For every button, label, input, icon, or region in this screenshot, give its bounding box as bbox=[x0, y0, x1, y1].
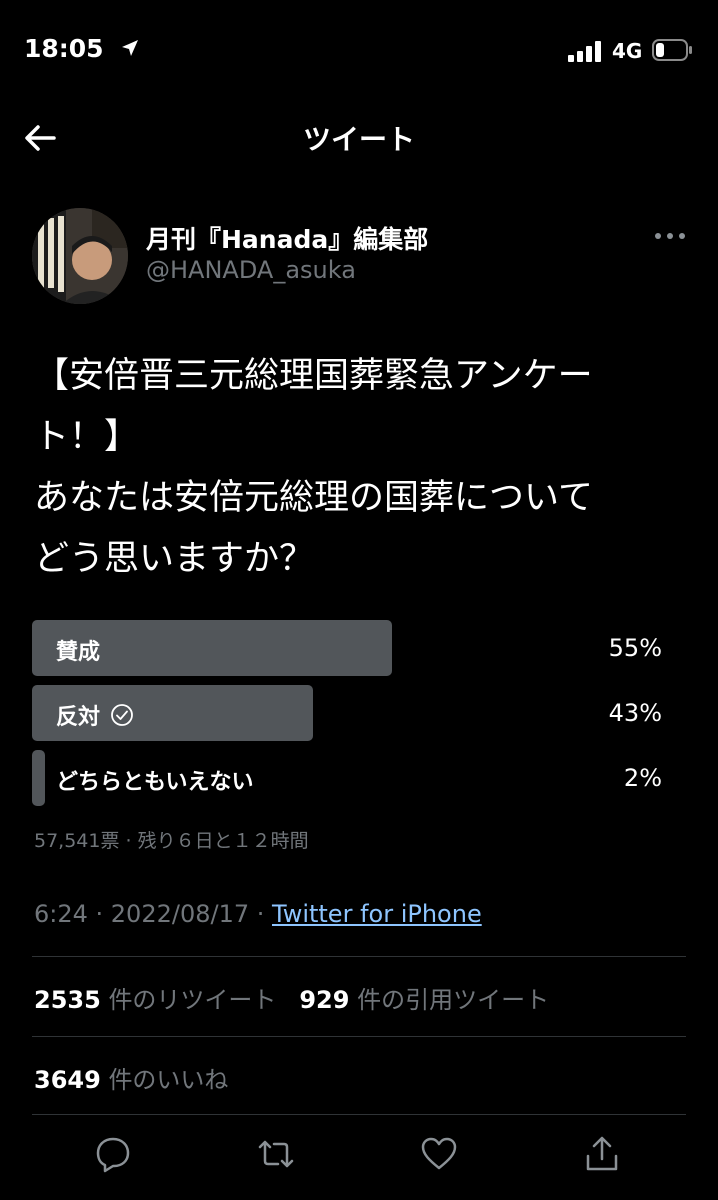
poll-meta: 57,541票 · 残り６日と１２時間 bbox=[34, 830, 309, 852]
quotes-label: 件の引用ツイート bbox=[357, 986, 550, 1014]
retweets-count: 2535 bbox=[34, 986, 101, 1014]
avatar[interactable] bbox=[32, 208, 128, 304]
divider bbox=[32, 1036, 686, 1037]
tweet-text-line: どう思いますか？ bbox=[34, 539, 315, 579]
more-options-icon[interactable] bbox=[652, 224, 688, 248]
poll-option: 反対 43% bbox=[32, 685, 686, 741]
engagement-stats: 2535 件のリツイート 929 件の引用ツイート bbox=[34, 980, 549, 1015]
poll-option-label: どちらともいえない bbox=[56, 770, 254, 795]
author-name[interactable]: 月刊『Hanada』編集部 bbox=[146, 220, 428, 256]
location-arrow-icon bbox=[122, 40, 138, 56]
author-handle[interactable]: @HANADA_asuka bbox=[146, 256, 356, 284]
timestamp-text: 6:24 · 2022/08/17 · bbox=[34, 900, 272, 928]
retweets-link[interactable]: 2535 件のリツイート bbox=[34, 986, 276, 1014]
reply-icon[interactable] bbox=[93, 1134, 133, 1174]
battery-icon bbox=[652, 39, 692, 61]
status-time: 18:05 bbox=[24, 34, 104, 63]
like-heart-icon[interactable] bbox=[419, 1134, 459, 1174]
page-title: ツイート bbox=[302, 123, 415, 156]
poll-option-label: 反対 bbox=[56, 705, 101, 730]
poll-option: 賛成 55% bbox=[32, 620, 686, 676]
poll-option-percent: 55% bbox=[608, 634, 662, 662]
poll-option: どちらともいえない 2% bbox=[32, 750, 686, 806]
source-link[interactable]: Twitter for iPhone bbox=[272, 900, 482, 928]
poll-option-percent: 2% bbox=[623, 764, 662, 792]
share-icon[interactable] bbox=[582, 1134, 622, 1174]
tweet-text: 【安倍晋三元総理国葬緊急アンケー ト！】 あなたは安倍元総理の国葬について どう… bbox=[34, 346, 684, 590]
tweet-text-line: あなたは安倍元総理の国葬について bbox=[34, 478, 593, 518]
likes-link[interactable]: 3649 件のいいね bbox=[34, 1060, 228, 1095]
likes-count: 3649 bbox=[34, 1066, 101, 1094]
likes-label: 件のいいね bbox=[108, 1066, 229, 1094]
retweet-icon[interactable] bbox=[256, 1134, 296, 1174]
poll-bar bbox=[32, 750, 45, 806]
retweets-label: 件のリツイート bbox=[108, 986, 277, 1014]
check-circle-icon bbox=[111, 704, 133, 726]
network-type: 4G bbox=[612, 39, 643, 63]
tweet-text-line: 【安倍晋三元総理国葬緊急アンケー bbox=[34, 356, 593, 396]
quotes-link[interactable]: 929 件の引用ツイート bbox=[299, 986, 549, 1014]
divider bbox=[32, 1114, 686, 1115]
tweet-text-line: ト！】 bbox=[34, 417, 140, 457]
quotes-count: 929 bbox=[299, 986, 350, 1014]
avatar-image bbox=[32, 208, 128, 304]
poll-option-label: 賛成 bbox=[56, 640, 101, 665]
tweet-timestamp: 6:24 · 2022/08/17 · Twitter for iPhone bbox=[34, 900, 482, 928]
cellular-signal-icon bbox=[568, 41, 601, 62]
poll-option-percent: 43% bbox=[608, 699, 662, 727]
divider bbox=[32, 956, 686, 957]
